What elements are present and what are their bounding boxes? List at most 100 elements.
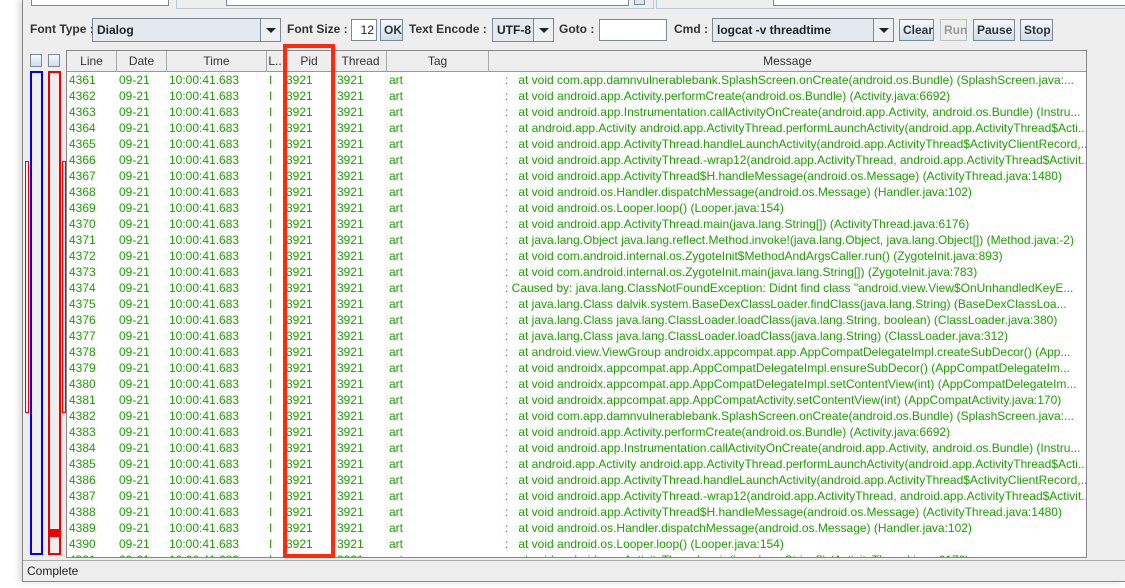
table-row[interactable]: 4376 09-21 10:00:41.683 I 3921 3921 art: at ja…: [67, 312, 1086, 328]
table-row[interactable]: 4388 09-21 10:00:41.683 I 3921 3921 art: at vo…: [67, 504, 1086, 520]
table-row[interactable]: 4367 09-21 10:00:41.683 I 3921 3921 art: at vo…: [67, 168, 1086, 184]
table-row[interactable]: 4373 09-21 10:00:41.683 I 3921 3921 art: at vo…: [67, 264, 1086, 280]
column-header-date[interactable]: Date: [117, 51, 167, 72]
table-row[interactable]: 4362 09-21 10:00:41.683 I 3921 3921 art: at vo…: [67, 88, 1086, 104]
table-row[interactable]: 4370 09-21 10:00:41.683 I 3921 3921 art: at vo…: [67, 216, 1086, 232]
bookmark-toggle-button[interactable]: [30, 54, 42, 67]
filter-field-top[interactable]: [226, 0, 629, 6]
cell-date: 09-21: [119, 313, 150, 327]
cell-time: 10:00:41.683: [169, 73, 240, 87]
table-row[interactable]: 4366 09-21 10:00:41.683 I 3921 3921 art: at vo…: [67, 152, 1086, 168]
filter-field-top-left[interactable]: [31, 0, 169, 6]
bookmark-scrollbar[interactable]: [30, 71, 43, 555]
table-row[interactable]: 4372 09-21 10:00:41.683 I 3921 3921 art: at vo…: [67, 248, 1086, 264]
pause-button[interactable]: Pause: [973, 19, 1015, 41]
cell-time: 10:00:41.683: [169, 233, 240, 247]
cell-time: 10:00:41.683: [169, 377, 240, 391]
cell-date: 09-21: [119, 121, 150, 135]
cell-thread: 3921: [337, 393, 364, 407]
cell-date: 09-21: [119, 489, 150, 503]
cell-date: 09-21: [119, 552, 166, 557]
column-header-thread[interactable]: Thread: [335, 51, 387, 72]
cell-line: 4373: [69, 265, 96, 279]
cell-time: 10:00:41.683: [169, 537, 240, 551]
column-header-level[interactable]: L..: [267, 51, 284, 72]
stop-button[interactable]: Stop: [1020, 19, 1053, 41]
cell-line: 4365: [69, 137, 96, 151]
cell-level: I: [269, 361, 273, 375]
table-row[interactable]: 4365 09-21 10:00:41.683 I 3921 3921 art: at vo…: [67, 136, 1086, 152]
table-row[interactable]: 4385 09-21 10:00:41.683 I 3921 3921 art: at an…: [67, 456, 1086, 472]
column-header-message[interactable]: Message: [489, 51, 1086, 72]
table-row[interactable]: 4386 09-21 10:00:41.683 I 3921 3921 art: at vo…: [67, 472, 1086, 488]
cell-line: 4379: [69, 361, 96, 375]
table-row[interactable]: 4389 09-21 10:00:41.683 I 3921 3921 art: at vo…: [67, 520, 1086, 536]
table-row[interactable]: 4378 09-21 10:00:41.683 I 3921 3921 art: at an…: [67, 344, 1086, 360]
table-row[interactable]: 4364 09-21 10:00:41.683 I 3921 3921 art: at an…: [67, 120, 1086, 136]
column-header-tag[interactable]: Tag: [387, 51, 489, 72]
font-type-select[interactable]: Dialog: [92, 18, 281, 42]
table-row[interactable]: 4390 09-21 10:00:41.683 I 3921 3921 art: at vo…: [67, 536, 1086, 552]
table-row[interactable]: 4368 09-21 10:00:41.683 I 3921 3921 art: at vo…: [67, 184, 1086, 200]
chevron-down-icon[interactable]: [533, 19, 553, 41]
cell-level: I: [269, 345, 273, 359]
table-row[interactable]: 4379 09-21 10:00:41.683 I 3921 3921 art: at vo…: [67, 360, 1086, 376]
chevron-down-icon[interactable]: [260, 19, 280, 41]
cell-thread: 3921: [337, 441, 364, 455]
table-row[interactable]: 439109-2110:00:41.683I39213921art: at vo…: [67, 552, 1086, 557]
cell-line: 4370: [69, 217, 96, 231]
cell-line: 4367: [69, 169, 96, 183]
cell-line: 4380: [69, 377, 96, 391]
table-row[interactable]: 4371 09-21 10:00:41.683 I 3921 3921 art: at ja…: [67, 232, 1086, 248]
cell-line: 4389: [69, 521, 96, 535]
table-row[interactable]: 4387 09-21 10:00:41.683 I 3921 3921 art: at vo…: [67, 488, 1086, 504]
cmd-select[interactable]: logcat -v threadtime: [712, 18, 894, 42]
table-row[interactable]: 4361 09-21 10:00:41.683 I 3921 3921 art: at vo…: [67, 72, 1086, 88]
cell-tag: art: [389, 185, 404, 199]
column-header-time[interactable]: Time: [167, 51, 267, 72]
cell-line: 4376: [69, 313, 96, 327]
cell-level: I: [269, 552, 283, 557]
cell-tag: art: [389, 265, 404, 279]
table-row[interactable]: 4369 09-21 10:00:41.683 I 3921 3921 art: at vo…: [67, 200, 1086, 216]
cell-tag: art: [389, 425, 404, 439]
chevron-down-icon[interactable]: [873, 19, 893, 41]
table-row[interactable]: 4375 09-21 10:00:41.683 I 3921 3921 art: at ja…: [67, 296, 1086, 312]
table-row[interactable]: 4382 09-21 10:00:41.683 I 3921 3921 art: at vo…: [67, 408, 1086, 424]
cell-message: : at java.lang.Class java.lang.ClassLoad…: [505, 329, 1008, 343]
cell-time: 10:00:41.683: [169, 521, 240, 535]
table-row[interactable]: 4380 09-21 10:00:41.683 I 3921 3921 art: at vo…: [67, 376, 1086, 392]
table-row[interactable]: 4384 09-21 10:00:41.683 I 3921 3921 art: at vo…: [67, 440, 1086, 456]
scroll-position-marker[interactable]: [50, 529, 59, 537]
clear-button[interactable]: Clear: [899, 19, 934, 41]
filter-scrollbar[interactable]: [48, 71, 61, 555]
cell-thread: 3921: [337, 169, 364, 183]
cell-tag: art: [389, 249, 404, 263]
table-row[interactable]: 4383 09-21 10:00:41.683 I 3921 3921 art: at vo…: [67, 424, 1086, 440]
pid-column-highlight: [283, 44, 335, 558]
cell-date: 09-21: [119, 89, 150, 103]
filter-button-top[interactable]: [634, 0, 645, 5]
cell-tag: art: [389, 409, 404, 423]
cell-line: 4382: [69, 409, 96, 423]
table-header: Line Date Time L.. Pid Thread Tag Message: [67, 51, 1086, 72]
goto-input[interactable]: [599, 19, 667, 41]
cell-tag: art: [389, 489, 404, 503]
table-row[interactable]: 4363 09-21 10:00:41.683 I 3921 3921 art: at vo…: [67, 104, 1086, 120]
cell-line: 4374: [69, 281, 96, 295]
text-encode-select[interactable]: UTF-8: [492, 18, 554, 42]
column-header-line[interactable]: Line: [67, 51, 117, 72]
cell-line: 4368: [69, 185, 96, 199]
cell-tag: art: [389, 441, 404, 455]
cell-line: 4366: [69, 153, 96, 167]
filter-toggle-button[interactable]: [48, 54, 60, 67]
table-row[interactable]: 4377 09-21 10:00:41.683 I 3921 3921 art: at ja…: [67, 328, 1086, 344]
ok-button[interactable]: OK: [380, 19, 403, 41]
log-table[interactable]: Line Date Time L.. Pid Thread Tag Message 4361 0…: [66, 50, 1087, 558]
cell-message: : at void android.os.Handler.dispatchMes…: [505, 521, 972, 535]
cell-message: : Caused by: java.lang.ClassNotFoundExce…: [505, 281, 1074, 295]
table-row[interactable]: 4374 09-21 10:00:41.683 I 3921 3921 art: Cause…: [67, 280, 1086, 296]
table-row[interactable]: 4381 09-21 10:00:41.683 I 3921 3921 art: at vo…: [67, 392, 1086, 408]
font-size-input[interactable]: 12: [351, 19, 377, 41]
filter-field-top-right[interactable]: [773, 0, 1125, 6]
